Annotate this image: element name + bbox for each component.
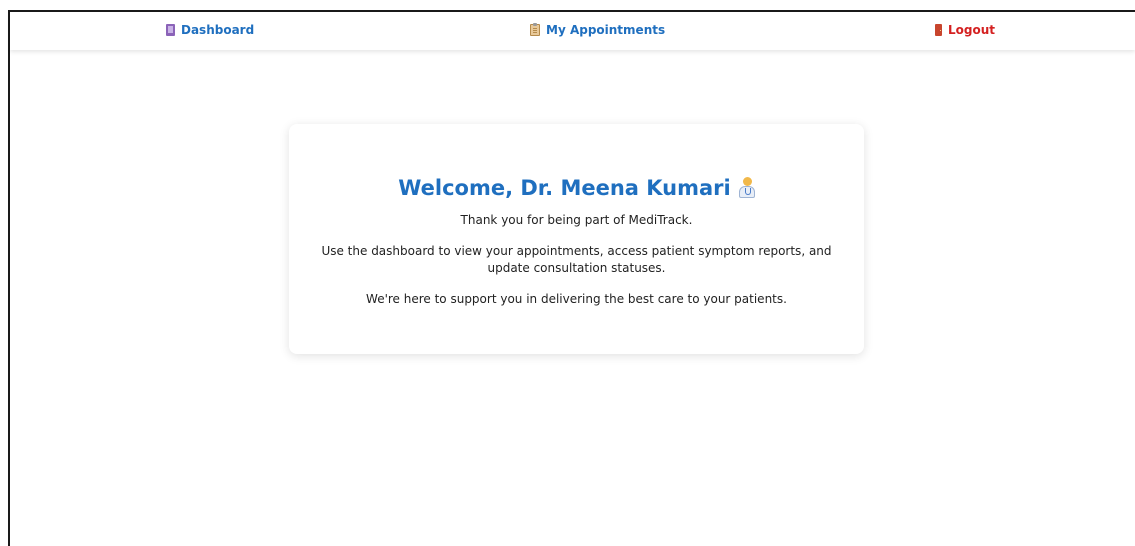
top-navigation: Dashboard My Appointments Logout bbox=[10, 12, 1135, 50]
welcome-card: Welcome, Dr. Meena Kumari Thank you for … bbox=[289, 124, 864, 354]
clipboard-icon bbox=[530, 23, 540, 36]
app-frame: Dashboard My Appointments Logout Welcome… bbox=[8, 10, 1135, 546]
nav-dashboard-link[interactable]: Dashboard bbox=[166, 23, 254, 37]
book-icon bbox=[166, 24, 175, 36]
nav-appointments-label: My Appointments bbox=[546, 23, 666, 37]
nav-logout-label: Logout bbox=[948, 23, 996, 37]
welcome-thanks-text: Thank you for being part of MediTrack. bbox=[460, 213, 693, 227]
welcome-instructions-line-2: update consultation statuses. bbox=[487, 261, 666, 275]
welcome-heading-row: Welcome, Dr. Meena Kumari bbox=[289, 176, 864, 200]
nav-appointments-link[interactable]: My Appointments bbox=[530, 23, 665, 37]
doctor-icon bbox=[738, 177, 755, 199]
welcome-instructions-line-1: Use the dashboard to view your appointme… bbox=[321, 244, 832, 258]
door-icon bbox=[935, 24, 942, 36]
welcome-instructions-text: Use the dashboard to view your appointme… bbox=[289, 243, 864, 277]
nav-dashboard-label: Dashboard bbox=[181, 23, 255, 37]
welcome-title: Welcome, Dr. Meena Kumari bbox=[398, 176, 731, 200]
welcome-support-text: We're here to support you in delivering … bbox=[366, 292, 787, 306]
nav-logout-link[interactable]: Logout bbox=[935, 23, 995, 37]
